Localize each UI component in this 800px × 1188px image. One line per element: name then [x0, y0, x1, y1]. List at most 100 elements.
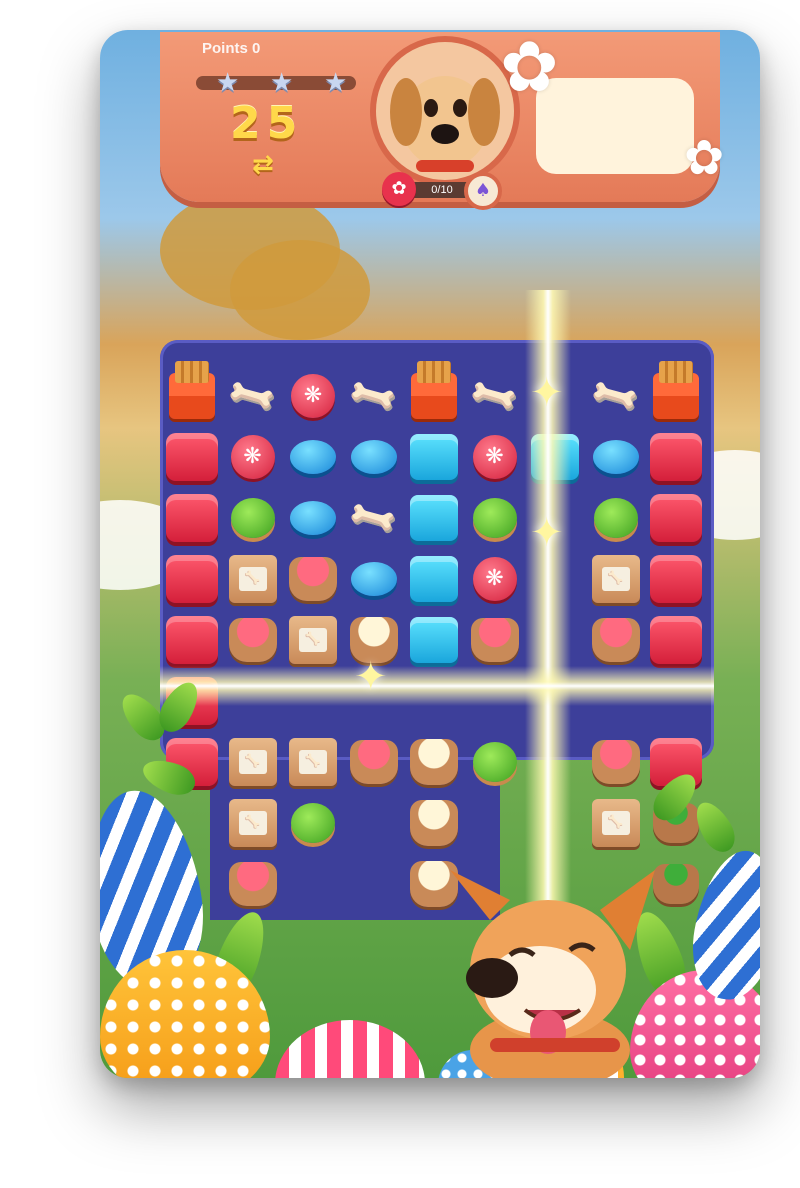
board-cell[interactable]: [406, 551, 462, 607]
red-gift-box-tile-icon: [650, 494, 702, 542]
points-label: Points 0: [202, 40, 261, 57]
daisy-flower-icon: ✿: [684, 130, 725, 186]
board-cell[interactable]: [406, 361, 462, 424]
board-cell[interactable]: 🦴: [466, 368, 523, 424]
blue-ball-tile-icon: [350, 562, 397, 596]
board-cell[interactable]: [467, 734, 523, 790]
board-cell[interactable]: [406, 795, 462, 851]
bone-crate-tile-icon: [228, 555, 277, 603]
board-cell[interactable]: [346, 551, 402, 607]
swap-icon: ⇄: [252, 150, 274, 180]
green-ball-basket-tile-icon: [593, 498, 638, 538]
spark-icon: ✦: [530, 370, 564, 416]
board-cell[interactable]: [648, 551, 704, 607]
bone-tile-icon: 🦴: [345, 490, 402, 546]
red-gift-box-tile-icon: [166, 555, 218, 603]
board-cell[interactable]: [588, 612, 644, 668]
basket-tile-icon: [349, 740, 398, 784]
fries-box-tile-icon: [653, 361, 699, 419]
board-cell[interactable]: ❋: [467, 429, 523, 485]
board-cell[interactable]: [467, 612, 523, 668]
board-cell[interactable]: [406, 612, 462, 668]
basket-tile-icon: [591, 740, 640, 784]
red-gift-box-tile-icon: [166, 616, 218, 664]
board-cell[interactable]: [648, 612, 704, 668]
board-cell[interactable]: [285, 734, 341, 790]
board-cell[interactable]: 🦴: [587, 368, 644, 424]
board-cell[interactable]: [588, 429, 644, 485]
board-cell[interactable]: [225, 795, 281, 851]
mushroom-booster-icon[interactable]: ♠: [464, 172, 502, 210]
board-cell[interactable]: [164, 612, 220, 668]
blue-cooler-tile-icon: [410, 556, 458, 602]
paw-print-tile-icon: ❋: [472, 557, 517, 601]
fries-box-tile-icon: [169, 361, 215, 419]
paw-icon: ✿: [382, 172, 416, 206]
horizontal-lightning-effect: [160, 666, 714, 706]
board-cell[interactable]: [588, 795, 644, 851]
board-cell[interactable]: [225, 612, 281, 668]
board-cell[interactable]: [225, 551, 281, 607]
board-cell[interactable]: [285, 795, 341, 851]
basket-tile-icon: [470, 618, 519, 662]
top-hud: Points 0 ★ ★ ★ 25 ⇄ 0/10 ✿ ♠: [160, 32, 720, 210]
board-cell[interactable]: [164, 490, 220, 546]
board-cell[interactable]: [225, 490, 281, 546]
red-gift-box-tile-icon: [650, 616, 702, 664]
board-cell[interactable]: [164, 429, 220, 485]
board-cell[interactable]: [285, 429, 341, 485]
board-cell[interactable]: [225, 856, 281, 912]
red-gift-box-tile-icon: [166, 433, 218, 481]
board-cell[interactable]: [467, 490, 523, 546]
paw-print-tile-icon: ❋: [230, 435, 275, 479]
board-cell[interactable]: [285, 551, 341, 607]
board-cell[interactable]: [164, 551, 220, 607]
board-cell[interactable]: [285, 612, 341, 668]
board-cell[interactable]: [346, 734, 402, 790]
tree-foliage: [230, 240, 370, 340]
blue-cooler-tile-icon: [410, 434, 458, 480]
striped-easter-egg: [275, 1020, 425, 1078]
blue-ball-tile-icon: [592, 440, 639, 474]
star-icon: ★: [270, 68, 294, 98]
paw-print-tile-icon: ❋: [472, 435, 517, 479]
board-cell[interactable]: ❋: [467, 551, 523, 607]
board-cell[interactable]: [648, 361, 704, 424]
spark-icon: ✦: [530, 510, 564, 556]
board-cell[interactable]: [588, 734, 644, 790]
basket-tile-icon: [228, 862, 277, 906]
spark-icon: ✦: [354, 654, 388, 700]
star-icon: ★: [324, 68, 348, 98]
board-cell[interactable]: [648, 490, 704, 546]
board-cell[interactable]: [164, 361, 220, 424]
bone-crate-tile-icon: [591, 555, 640, 603]
green-ball-basket-tile-icon: [472, 498, 517, 538]
red-gift-box-tile-icon: [650, 555, 702, 603]
board-cell[interactable]: [225, 734, 281, 790]
board-cell[interactable]: 🦴: [345, 490, 402, 546]
green-ball-basket-tile-icon: [230, 498, 275, 538]
board-cell[interactable]: [588, 551, 644, 607]
bone-crate-tile-icon: [591, 799, 640, 847]
red-gift-box-tile-icon: [166, 494, 218, 542]
board-cell[interactable]: [285, 490, 341, 546]
board-cell[interactable]: [588, 490, 644, 546]
board-cell[interactable]: [406, 734, 462, 790]
bone-tile-icon: 🦴: [587, 368, 644, 424]
board-cell[interactable]: [406, 429, 462, 485]
board-cell[interactable]: [648, 429, 704, 485]
dog-face-icon: [390, 76, 500, 172]
bone-crate-tile-icon: [228, 799, 277, 847]
moves-counter: 25: [230, 98, 304, 149]
board-cell[interactable]: 🦴: [224, 368, 281, 424]
basket-tile-icon: [228, 618, 277, 662]
board-cell[interactable]: [346, 429, 402, 485]
board-cell[interactable]: 🦴: [345, 368, 402, 424]
mascot-dog: [450, 870, 655, 1078]
game-screen: Points 0 ★ ★ ★ 25 ⇄ 0/10 ✿ ♠ ✿ ✿ 🦴❋�: [100, 30, 760, 1078]
goal-panel: [536, 78, 694, 174]
board-cell[interactable]: [406, 490, 462, 546]
board-cell[interactable]: ❋: [225, 429, 281, 485]
board-cell[interactable]: ❋: [285, 368, 341, 424]
flower-pot-tile-icon: [410, 800, 458, 846]
